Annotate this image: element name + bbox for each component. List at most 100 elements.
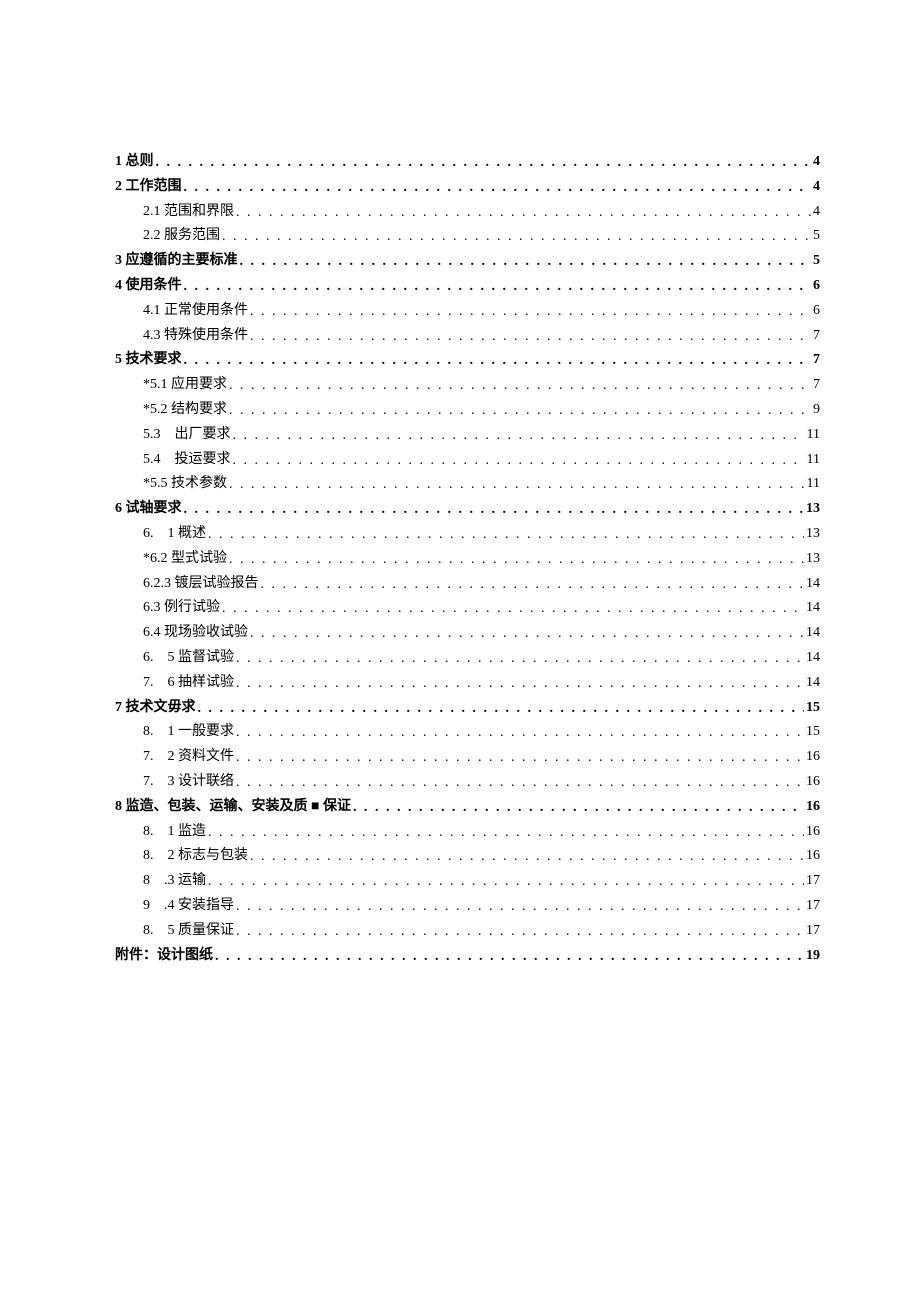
toc-entry-label: 2 工作范围	[115, 175, 182, 199]
toc-entry-label: 1 总则	[115, 150, 154, 174]
toc-entry: 1 总则. . . . . . . . . . . . . . . . . . …	[115, 150, 820, 174]
toc-leader-dots: . . . . . . . . . . . . . . . . . . . . …	[236, 647, 804, 671]
toc-entry-label: 6.4 现场验收试验	[143, 621, 248, 645]
toc-entry-label: 6. 5 监督试验	[143, 646, 234, 670]
toc-entry-label: 6. 1 概述	[143, 522, 206, 546]
toc-entry-label: 8. 2 标志与包装	[143, 844, 248, 868]
toc-entry: *5.1 应用要求. . . . . . . . . . . . . . . .…	[115, 373, 820, 397]
toc-entry-label: 7. 3 设计联络	[143, 770, 234, 794]
toc-leader-dots: . . . . . . . . . . . . . . . . . . . . …	[215, 945, 804, 969]
toc-entry-label: 附件：设计图纸	[115, 944, 213, 968]
toc-leader-dots: . . . . . . . . . . . . . . . . . . . . …	[250, 622, 804, 646]
toc-leader-dots: . . . . . . . . . . . . . . . . . . . . …	[229, 548, 804, 572]
toc-entry: 6.4 现场验收试验. . . . . . . . . . . . . . . …	[115, 621, 820, 645]
toc-entry: 7. 6 抽样试验. . . . . . . . . . . . . . . .…	[115, 671, 820, 695]
toc-leader-dots: . . . . . . . . . . . . . . . . . . . . …	[184, 275, 812, 299]
toc-entry: 附件：设计图纸. . . . . . . . . . . . . . . . .…	[115, 944, 820, 968]
toc-entry-label: 8 .3 运输	[143, 869, 206, 893]
toc-entry-label: 8 监造、包装、运输、安装及质 ■ 保证	[115, 795, 351, 819]
toc-leader-dots: . . . . . . . . . . . . . . . . . . . . …	[236, 771, 804, 795]
toc-entry-label: 5 技术要求	[115, 348, 182, 372]
toc-entry-page: 7	[813, 348, 820, 372]
toc-entry-label: 2.2 服务范围	[143, 224, 220, 248]
toc-entry-label: 6.3 例行试验	[143, 596, 220, 620]
toc-entry-label: 7 技术文毋求	[115, 696, 196, 720]
toc-entry-label: 6.2.3 镀层试验报告	[143, 572, 259, 596]
toc-entry: 6. 1 概述. . . . . . . . . . . . . . . . .…	[115, 522, 820, 546]
toc-entry-page: 5	[813, 249, 820, 273]
toc-entry-label: *6.2 型式试验	[143, 547, 227, 571]
toc-entry-page: 6	[813, 274, 820, 298]
toc-entry-label: 8. 1 监造	[143, 820, 206, 844]
toc-entry-label: *5.1 应用要求	[143, 373, 227, 397]
toc-leader-dots: . . . . . . . . . . . . . . . . . . . . …	[198, 697, 805, 721]
toc-entry: 7 技术文毋求. . . . . . . . . . . . . . . . .…	[115, 696, 820, 720]
toc-leader-dots: . . . . . . . . . . . . . . . . . . . . …	[250, 845, 804, 869]
toc-entry: 9 .4 安装指导. . . . . . . . . . . . . . . .…	[115, 894, 820, 918]
toc-entry: *6.2 型式试验. . . . . . . . . . . . . . . .…	[115, 547, 820, 571]
toc-entry: 6.2.3 镀层试验报告. . . . . . . . . . . . . . …	[115, 572, 820, 596]
toc-leader-dots: . . . . . . . . . . . . . . . . . . . . …	[236, 746, 804, 770]
toc-entry: 7. 3 设计联络. . . . . . . . . . . . . . . .…	[115, 770, 820, 794]
toc-leader-dots: . . . . . . . . . . . . . . . . . . . . …	[233, 424, 805, 448]
toc-entry: 2.1 范围和界限. . . . . . . . . . . . . . . .…	[115, 200, 820, 224]
toc-leader-dots: . . . . . . . . . . . . . . . . . . . . …	[236, 672, 804, 696]
toc-entry-page: 16	[806, 770, 820, 794]
toc-entry-page: 16	[806, 820, 820, 844]
toc-entry: 8. 5 质量保证. . . . . . . . . . . . . . . .…	[115, 919, 820, 943]
toc-entry-label: 5.4 投运要求	[143, 448, 231, 472]
toc-entry: 6. 5 监督试验. . . . . . . . . . . . . . . .…	[115, 646, 820, 670]
toc-entry: 8 监造、包装、运输、安装及质 ■ 保证. . . . . . . . . . …	[115, 795, 820, 819]
toc-entry-label: 8. 1 一般要求	[143, 720, 234, 744]
toc-leader-dots: . . . . . . . . . . . . . . . . . . . . …	[233, 449, 805, 473]
toc-leader-dots: . . . . . . . . . . . . . . . . . . . . …	[208, 821, 804, 845]
toc-entry: 5 技术要求. . . . . . . . . . . . . . . . . …	[115, 348, 820, 372]
toc-leader-dots: . . . . . . . . . . . . . . . . . . . . …	[236, 895, 804, 919]
toc-entry-page: 11	[807, 448, 820, 472]
toc-entry-page: 7	[813, 324, 820, 348]
toc-leader-dots: . . . . . . . . . . . . . . . . . . . . …	[240, 250, 812, 274]
toc-entry-label: *5.5 技术参数	[143, 472, 227, 496]
toc-entry-page: 13	[806, 497, 820, 521]
toc-leader-dots: . . . . . . . . . . . . . . . . . . . . …	[208, 523, 804, 547]
toc-entry: 2 工作范围. . . . . . . . . . . . . . . . . …	[115, 175, 820, 199]
toc-entry-page: 11	[807, 472, 820, 496]
toc-entry-page: 14	[806, 621, 820, 645]
toc-entry-label: 2.1 范围和界限	[143, 200, 234, 224]
toc-leader-dots: . . . . . . . . . . . . . . . . . . . . …	[184, 498, 805, 522]
toc-entry-page: 7	[813, 373, 820, 397]
toc-entry-page: 11	[807, 423, 820, 447]
toc-leader-dots: . . . . . . . . . . . . . . . . . . . . …	[222, 597, 804, 621]
toc-leader-dots: . . . . . . . . . . . . . . . . . . . . …	[261, 573, 805, 597]
table-of-contents: 1 总则. . . . . . . . . . . . . . . . . . …	[115, 150, 820, 967]
toc-entry-page: 4	[813, 200, 820, 224]
toc-entry-label: 5.3 出厂要求	[143, 423, 231, 447]
toc-entry-page: 17	[806, 919, 820, 943]
toc-entry-page: 15	[806, 720, 820, 744]
toc-entry: 4.3 特殊使用条件. . . . . . . . . . . . . . . …	[115, 324, 820, 348]
toc-leader-dots: . . . . . . . . . . . . . . . . . . . . …	[156, 151, 812, 175]
toc-entry: *5.5 技术参数. . . . . . . . . . . . . . . .…	[115, 472, 820, 496]
toc-entry-label: 4.1 正常使用条件	[143, 299, 248, 323]
toc-entry-label: 9 .4 安装指导	[143, 894, 234, 918]
toc-leader-dots: . . . . . . . . . . . . . . . . . . . . …	[229, 473, 805, 497]
toc-entry: 5.4 投运要求. . . . . . . . . . . . . . . . …	[115, 448, 820, 472]
toc-entry: 2.2 服务范围. . . . . . . . . . . . . . . . …	[115, 224, 820, 248]
toc-leader-dots: . . . . . . . . . . . . . . . . . . . . …	[250, 300, 811, 324]
toc-entry: 3 应遵循的主要标准. . . . . . . . . . . . . . . …	[115, 249, 820, 273]
toc-leader-dots: . . . . . . . . . . . . . . . . . . . . …	[184, 176, 812, 200]
toc-leader-dots: . . . . . . . . . . . . . . . . . . . . …	[229, 399, 811, 423]
toc-entry: 8. 1 监造. . . . . . . . . . . . . . . . .…	[115, 820, 820, 844]
toc-entry: 7. 2 资料文件. . . . . . . . . . . . . . . .…	[115, 745, 820, 769]
toc-entry-page: 4	[813, 150, 820, 174]
toc-entry-page: 17	[806, 894, 820, 918]
toc-entry: 8 .3 运输. . . . . . . . . . . . . . . . .…	[115, 869, 820, 893]
toc-entry-page: 17	[806, 869, 820, 893]
toc-entry-page: 13	[806, 522, 820, 546]
toc-entry-page: 16	[806, 844, 820, 868]
toc-leader-dots: . . . . . . . . . . . . . . . . . . . . …	[250, 325, 811, 349]
toc-entry: *5.2 结构要求. . . . . . . . . . . . . . . .…	[115, 398, 820, 422]
toc-leader-dots: . . . . . . . . . . . . . . . . . . . . …	[353, 796, 804, 820]
toc-entry-page: 16	[806, 745, 820, 769]
toc-leader-dots: . . . . . . . . . . . . . . . . . . . . …	[236, 201, 811, 225]
